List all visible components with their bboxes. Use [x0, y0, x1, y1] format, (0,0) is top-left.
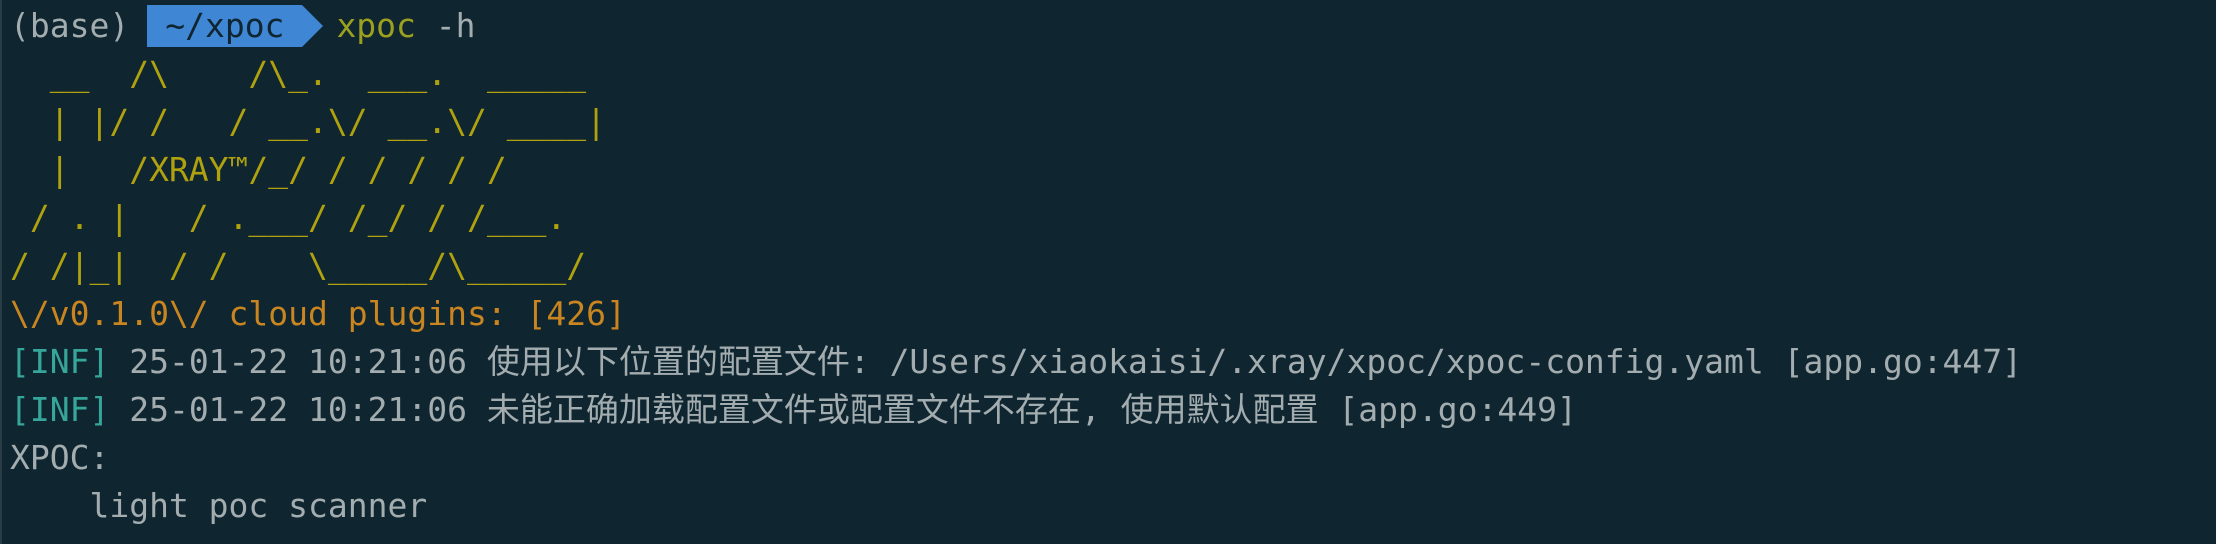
- version-line: \/v0.1.0\/ cloud plugins: [426]: [10, 294, 626, 333]
- help-description: light poc scanner: [10, 486, 428, 525]
- banner-line-2: | |/ / / __.\/ __.\/ ____|: [10, 102, 607, 141]
- log-level: [INF]: [10, 342, 110, 381]
- prompt-line: (base) ~/xpoc xpoc -h: [10, 2, 2216, 50]
- terminal-window[interactable]: (base) ~/xpoc xpoc -h __ /\ /\_. ___. ____…: [0, 0, 2216, 544]
- command-args: -h: [435, 6, 476, 45]
- help-title: XPOC:: [10, 438, 110, 477]
- prompt-env: (base): [10, 6, 130, 45]
- banner-line-4: / . | / .___/ /_/ / /___.: [10, 198, 567, 237]
- prompt-directory: ~/xpoc: [147, 5, 324, 47]
- command-name: xpoc: [336, 6, 416, 45]
- banner-line-3: | /XRAY™/_/ / / / / /: [10, 150, 507, 189]
- log-message: 25-01-22 10:21:06 未能正确加载配置文件或配置文件不存在, 使用…: [109, 390, 1577, 429]
- log-level: [INF]: [10, 390, 110, 429]
- log-line: [INF] 25-01-22 10:21:06 未能正确加载配置文件或配置文件不…: [10, 386, 2216, 434]
- log-line: [INF] 25-01-22 10:21:06 使用以下位置的配置文件: /Us…: [10, 338, 2216, 386]
- banner-line-5: / /|_| / / \_____/\_____/: [10, 246, 587, 285]
- banner-line-1: __ /\ /\_. ___. _____: [10, 54, 587, 93]
- log-message: 25-01-22 10:21:06 使用以下位置的配置文件: /Users/xi…: [109, 342, 2023, 381]
